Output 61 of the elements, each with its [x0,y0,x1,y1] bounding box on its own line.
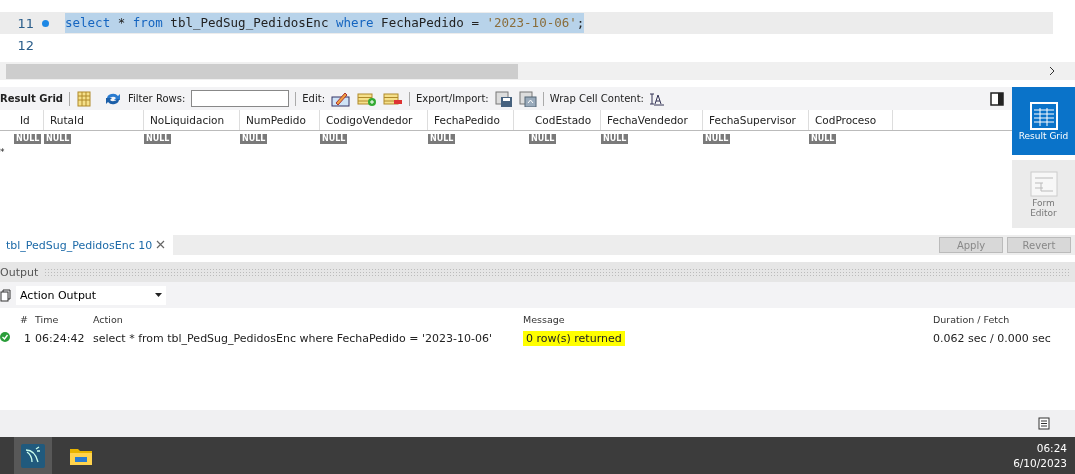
list-view-icon[interactable] [1037,417,1051,430]
clock-time[interactable]: 06:24 [1013,440,1067,456]
close-icon[interactable] [156,240,166,249]
wrap-text-icon[interactable] [649,91,664,106]
output-column-header[interactable]: Time [35,313,93,325]
new-row-marker: * [0,146,6,159]
null-cell[interactable]: NULL [703,134,731,144]
filter-rows-field[interactable] [191,90,290,107]
line-number: 12 [16,37,34,53]
null-cell[interactable]: NULL [428,134,456,144]
scrollbar-thumb[interactable] [6,63,518,79]
output-mode-dropdown[interactable]: Action Output [16,285,166,305]
output-column-header[interactable]: Action [93,313,523,325]
column-header[interactable]: NoLiquidacion [144,110,240,130]
row-number: 1 [23,331,32,345]
export-save-icon[interactable] [494,90,513,107]
wrap-cell-content-label: Wrap Cell Content: [549,93,644,104]
column-header[interactable]: CodigoVendedor [320,110,428,130]
view-tab[interactable]: Result Grid [1012,87,1075,155]
null-cell[interactable]: NULL [14,134,42,144]
clock-date[interactable]: 6/10/2023 [1013,455,1067,471]
null-cell[interactable]: NULL [240,134,268,144]
column-header[interactable]: FechaSupervisor [703,110,809,130]
scroll-right-icon[interactable] [1049,65,1055,77]
export-import-label: Export/Import: [416,93,489,104]
result-tab[interactable]: tbl_PedSug_PedidosEnc 10 [0,235,174,255]
grid-table-icon[interactable] [1028,101,1059,131]
null-cell[interactable]: NULL [144,134,172,144]
output-column-header[interactable]: Message [523,313,927,325]
edit-label: Edit: [302,93,326,104]
column-header[interactable]: CodEstado [529,110,601,130]
column-header[interactable]: FechaPedido [428,110,514,130]
message-cell: 0 row(s) returned [523,330,625,346]
filter-rows-label: Filter Rows: [127,93,186,104]
output-column-header[interactable]: # [13,313,35,325]
import-icon[interactable] [518,90,537,107]
dolphin-app-icon[interactable] [21,443,45,468]
result-grid-label: Result Grid [0,93,63,104]
output-panel-title: Output [0,265,39,279]
column-header[interactable]: CodProceso [809,110,893,130]
null-cell[interactable]: NULL [320,134,348,144]
null-cell[interactable]: NULL [601,134,629,144]
time-cell-text: 06:24:42 [35,331,86,345]
line-number: 11 [16,15,34,31]
column-header[interactable]: NumPedido [240,110,320,130]
null-cell[interactable]: NULL [529,134,557,144]
view-tab[interactable]: Form Editor [1012,160,1075,228]
action-cell-text: select * from tbl_PedSug_PedidosEnc where FechaPedido = '2023-10-06' [93,331,493,345]
pencil-edit-icon[interactable] [331,90,352,107]
column-header[interactable]: RutaId [44,110,144,130]
column-header[interactable]: Id [14,110,44,130]
null-cell[interactable]: NULL [44,134,72,144]
panel-toggle-icon[interactable] [990,91,1004,106]
copy-pages-icon[interactable] [0,288,12,302]
caret-icon [155,293,162,297]
delete-row-icon[interactable] [383,90,404,107]
add-row-icon[interactable] [357,90,378,107]
column-header[interactable]: FechaVendedor [601,110,703,130]
duration-cell-text: 0.062 sec / 0.000 sec [932,331,1052,345]
null-cell[interactable]: NULL [809,134,837,144]
output-column-header[interactable]: Duration / Fetch [927,313,1075,325]
